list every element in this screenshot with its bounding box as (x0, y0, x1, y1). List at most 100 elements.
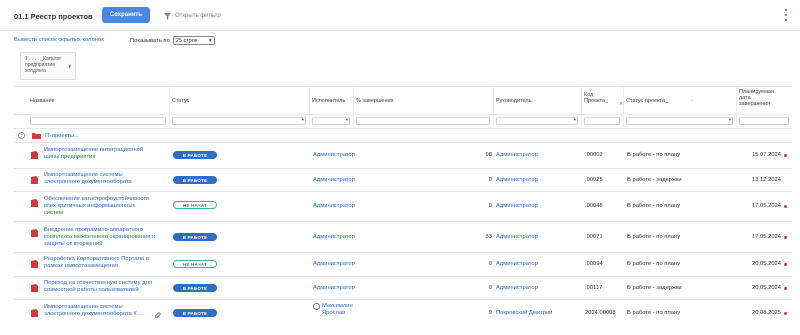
project-name-link[interactable]: Переход на отечественную систему для сов… (44, 280, 168, 294)
manager-link[interactable]: Администратор (496, 177, 538, 183)
group-label[interactable]: IT-проекты... (45, 133, 79, 139)
executor-link[interactable]: Администратор (313, 152, 355, 159)
status-badge: В РАБОТЕ (173, 176, 217, 184)
filter-status-input[interactable]: ▾ (172, 117, 306, 125)
executor-line: Ярослав (322, 310, 346, 316)
column-separator (736, 87, 737, 128)
edit-icon[interactable] (155, 312, 161, 318)
divider (0, 30, 800, 31)
executor-link[interactable]: Администратор (313, 261, 355, 268)
chevron-down-icon: ▾ (573, 117, 576, 122)
project-name-line: электронного документооборота (44, 179, 132, 185)
manager-link[interactable]: Администратор (496, 203, 538, 209)
overdue-indicator (784, 154, 787, 157)
open-filter-button[interactable]: Открыть фильтр (164, 11, 221, 21)
user-icon (313, 303, 320, 310)
filter-manager-input[interactable]: ▾ (496, 117, 578, 125)
project-name-link[interactable]: Импортозамещение интеграционной шины пре… (44, 147, 168, 161)
plan-date: 20.08.2025 (751, 310, 781, 316)
project-name-link[interactable]: Разработка Корпоративного Портала в рамк… (44, 256, 168, 270)
project-name-link[interactable]: Импортозамещение системы электронного до… (44, 304, 168, 318)
pct-value: 9 (488, 310, 492, 316)
manager-link[interactable]: Покровский Дмитрий (496, 310, 552, 316)
pct-value: 98 (485, 152, 492, 158)
overdue-indicator (784, 205, 787, 208)
status-badge: В РАБОТЕ (173, 233, 217, 241)
filter-pct-input[interactable] (356, 117, 490, 125)
table-row[interactable]: Обеспечение катастрофоустойчивости всех … (14, 191, 792, 221)
project-name-line: шины предприятия (44, 154, 96, 160)
chevron-down-icon: ▾ (728, 117, 731, 122)
project-name-line: электронного документооборота К ... (44, 311, 144, 317)
hidden-columns-link[interactable]: Вывести список скрытых колонок (14, 37, 104, 43)
filter-plan-date-input[interactable] (739, 117, 789, 125)
collapse-icon[interactable]: − (18, 132, 25, 139)
filter-proj-status-input[interactable]: ▾ (626, 117, 733, 125)
top-bar: 01.1 Реестр проектов Сохранить Открыть ф… (0, 0, 800, 32)
column-separator (309, 87, 310, 128)
project-name-line: Внедрение программно-аппаратного (44, 227, 144, 233)
project-code: .00002 (585, 152, 603, 158)
project-code: 2024.00008 (585, 310, 616, 316)
group-row[interactable]: − IT-проекты... (14, 129, 792, 142)
project-code: .00117 (585, 285, 603, 291)
table-row[interactable]: Импортозамещение интеграционной шины пре… (14, 142, 792, 168)
more-menu-icon[interactable] (784, 9, 788, 21)
filter-name-input[interactable] (30, 117, 166, 125)
manager-link[interactable]: Администратор (496, 152, 538, 158)
project-name-line: Импортозамещение системы (44, 172, 123, 178)
column-separator (581, 87, 582, 128)
save-button[interactable]: Сохранить (102, 7, 150, 23)
project-code: .00048 (585, 203, 603, 209)
project-name-link[interactable]: Внедрение программно-аппаратного комплек… (44, 227, 168, 248)
table-row[interactable]: Разработка Корпоративного Портала в рамк… (14, 252, 792, 276)
manager-link[interactable]: Администратор (496, 261, 538, 267)
status-badge: В РАБОТЕ (173, 151, 217, 159)
project-status: В работе - задержки (627, 177, 682, 183)
project-name-link[interactable]: Импортозамещение системы электронного до… (44, 172, 168, 186)
project-code: .00025 (585, 177, 603, 183)
projects-table: Название Статус Исполнитель % завершения… (14, 86, 792, 326)
project-name-link[interactable]: Обеспечение катастрофоустойчивости всех … (44, 196, 168, 217)
document-icon (31, 309, 38, 317)
project-status: В работе - по плану (627, 261, 681, 267)
plan-date: 20.05.2024 (751, 285, 781, 291)
plan-date: 20.05.2024 (751, 261, 781, 267)
status-badge: В РАБОТЕ (173, 284, 217, 292)
manager-link[interactable]: Администратор (496, 285, 538, 291)
executor-link[interactable]: Максимлин Ярослав (322, 303, 353, 317)
executor-link[interactable]: Администратор (313, 203, 355, 210)
filter-code-input[interactable] (584, 117, 620, 125)
project-name-line: Обеспечение катастрофоустойчивости (44, 196, 150, 202)
document-icon (31, 229, 38, 237)
document-icon (31, 284, 38, 292)
chevron-down-icon: ▾ (301, 117, 304, 122)
pct-value: 0 (488, 261, 492, 267)
project-status: В работе - по плану (627, 203, 681, 209)
executor-link[interactable]: Администратор (313, 285, 355, 292)
table-row[interactable]: Внедрение программно-аппаратного комплек… (14, 221, 792, 252)
catalog-filter[interactable]: 1 . . . . _Каталог предприятия холдинга … (20, 52, 76, 80)
table-row[interactable]: Переход на отечественную систему для сов… (14, 276, 792, 299)
filter-executor-input[interactable]: ▾ (312, 117, 350, 125)
project-name-line: всех критичных информационных (44, 203, 136, 209)
status-badge: НЕ НАЧАТ (173, 260, 217, 268)
folder-icon (32, 133, 41, 139)
page-size-select[interactable]: 25 строк ▾ (172, 36, 215, 45)
manager-link[interactable]: Администратор (496, 234, 538, 240)
table-row[interactable]: Импортозамещение системы электронного до… (14, 168, 792, 191)
project-name-line: Импортозамещение интеграционной (44, 147, 144, 153)
overdue-indicator (784, 263, 787, 266)
executor-link[interactable]: Администратор (313, 177, 355, 184)
overdue-indicator (784, 236, 787, 239)
document-icon (31, 260, 38, 268)
column-separator (493, 87, 494, 128)
project-code: .00094 (585, 261, 603, 267)
chevron-down-icon: ▾ (68, 64, 71, 70)
column-separator (169, 87, 170, 128)
executor-link[interactable]: Администратор (313, 234, 355, 241)
plan-date: 17.05.2024 (751, 203, 781, 209)
column-header-plan-date[interactable]: Планируемая дата завершения (739, 89, 774, 116)
project-status: В работе - по плану (627, 310, 681, 316)
table-row[interactable]: Импортозамещение системы электронного до… (14, 299, 792, 326)
